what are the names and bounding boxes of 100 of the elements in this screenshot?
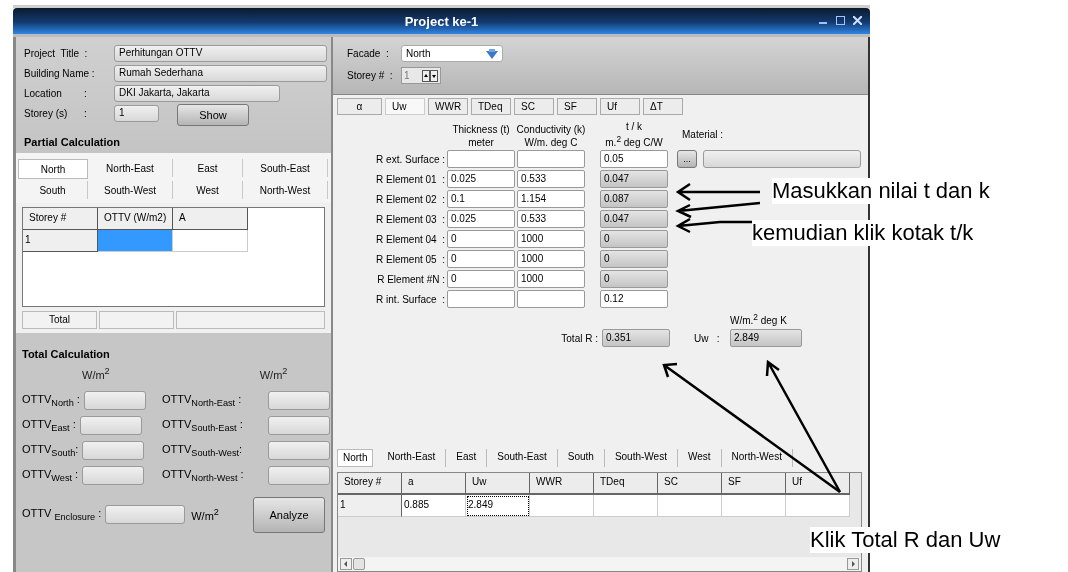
- parameter-tab[interactable]: TDeq: [471, 98, 511, 115]
- tk-field[interactable]: 0.12: [600, 290, 668, 308]
- conductivity-field[interactable]: [517, 150, 585, 168]
- column-header: SF: [722, 473, 786, 495]
- thickness-field[interactable]: [447, 290, 515, 308]
- field-label: Uw :: [694, 332, 721, 344]
- facade-tab[interactable]: East: [173, 159, 243, 177]
- conductivity-field[interactable]: 1000: [517, 230, 585, 248]
- facade-tab[interactable]: South-West: [88, 181, 173, 199]
- parameter-tab[interactable]: SC: [514, 98, 554, 115]
- conductivity-field[interactable]: 1000: [517, 270, 585, 288]
- total-r-button[interactable]: 0.351: [602, 329, 670, 347]
- parameter-tab[interactable]: Uf: [600, 98, 640, 115]
- parameter-tab[interactable]: SF: [557, 98, 597, 115]
- thickness-field[interactable]: 0: [447, 230, 515, 248]
- facade-tab[interactable]: South: [18, 181, 88, 199]
- column-header: Thickness (t): [452, 123, 510, 136]
- facade-tab[interactable]: South: [557, 449, 605, 467]
- ottv-label: OTTV$_{East}$ :: [22, 417, 76, 433]
- show-button[interactable]: Show: [177, 104, 249, 126]
- scroll-thumb[interactable]: [353, 558, 365, 570]
- browse-button[interactable]: ...: [677, 150, 697, 168]
- material-field[interactable]: [703, 150, 861, 168]
- spin-arrows-icon[interactable]: [422, 69, 438, 82]
- result-field: [268, 465, 330, 485]
- conductivity-field[interactable]: 0.533: [517, 210, 585, 228]
- table-cell: [658, 495, 722, 517]
- conductivity-field[interactable]: [517, 290, 585, 308]
- column-unit: W/m. deg C: [524, 136, 578, 149]
- analyze-button[interactable]: Analyze: [253, 496, 325, 533]
- facade-tab[interactable]: South-East: [487, 449, 558, 467]
- annotation-text: Klik Total R dan Uw: [810, 527, 1001, 553]
- text-field[interactable]: Rumah Sederhana: [114, 64, 327, 82]
- row-label: R Element 01 :: [375, 173, 445, 185]
- ottv-label: OTTV$_{North-East}$ :: [162, 392, 242, 408]
- close-icon[interactable]: [853, 16, 862, 25]
- unit-label: W/m.$^{2}$ deg K: [730, 311, 787, 327]
- column-unit: meter: [468, 136, 494, 149]
- field-label: Total R :: [560, 332, 598, 344]
- row-label: R Element 04 :: [375, 233, 445, 245]
- maximize-icon[interactable]: [836, 16, 845, 25]
- scroll-left-icon[interactable]: [340, 558, 352, 570]
- tk-button[interactable]: 0: [600, 270, 668, 288]
- column-header: A: [173, 208, 248, 230]
- parameter-tab[interactable]: Uw: [385, 98, 425, 115]
- facade-tab[interactable]: North-West: [721, 449, 793, 467]
- text-field[interactable]: 1: [114, 104, 159, 122]
- scroll-right-icon[interactable]: [847, 558, 859, 570]
- text-field[interactable]: Perhitungan OTTV: [114, 44, 327, 62]
- facade-tab[interactable]: North-West: [243, 181, 328, 199]
- facade-tab[interactable]: North-East: [88, 159, 173, 177]
- conductivity-field[interactable]: 1000: [517, 250, 585, 268]
- facade-tab[interactable]: West: [173, 181, 243, 199]
- result-field: [83, 390, 146, 410]
- result-field: [268, 415, 330, 435]
- facade-tab[interactable]: North-East: [377, 449, 447, 467]
- conductivity-field[interactable]: 1.154: [517, 190, 585, 208]
- parameter-tab[interactable]: α: [337, 98, 382, 115]
- column-header: OTTV (W/m2): [98, 208, 173, 230]
- conductivity-field[interactable]: 0.533: [517, 170, 585, 188]
- row-label: R Element 02 :: [375, 193, 445, 205]
- tk-button[interactable]: 0.047: [600, 170, 668, 188]
- table-cell[interactable]: [173, 230, 248, 252]
- tk-button[interactable]: 0: [600, 250, 668, 268]
- storey-spinner[interactable]: 1: [401, 67, 441, 84]
- facade-dropdown[interactable]: North: [401, 45, 503, 62]
- thickness-field[interactable]: [447, 150, 515, 168]
- table-cell[interactable]: [98, 230, 173, 252]
- row-label: R ext. Surface :: [375, 153, 445, 165]
- column-header: a: [402, 473, 466, 495]
- facade-tab[interactable]: West: [677, 449, 722, 467]
- facade-tab[interactable]: East: [446, 449, 488, 467]
- ottv-label: OTTV$_{South-East}$ :: [162, 417, 243, 433]
- column-header: Storey #: [338, 473, 402, 495]
- parameter-tab[interactable]: ΔT: [643, 98, 683, 115]
- thickness-field[interactable]: 0.025: [447, 170, 515, 188]
- horizontal-scrollbar[interactable]: [338, 557, 861, 571]
- total-cell: Total: [22, 311, 97, 329]
- facade-tab[interactable]: South-East: [243, 159, 328, 177]
- column-header: Storey #: [23, 208, 98, 230]
- thickness-field[interactable]: 0.025: [447, 210, 515, 228]
- tk-field[interactable]: 0.05: [600, 150, 668, 168]
- column-header: Uw: [466, 473, 530, 495]
- result-field: [82, 465, 145, 485]
- unit-label: W/m$^{2}$: [259, 366, 288, 381]
- text-field[interactable]: DKI Jakarta, Jakarta: [114, 84, 280, 102]
- thickness-field[interactable]: 0: [447, 270, 515, 288]
- parameter-tab[interactable]: WWR: [428, 98, 468, 115]
- thickness-field[interactable]: 0: [447, 250, 515, 268]
- thickness-field[interactable]: 0.1: [447, 190, 515, 208]
- ottv-label: OTTV$_{North}$ :: [22, 392, 80, 408]
- row-label: R Element 03 :: [375, 213, 445, 225]
- tk-button[interactable]: 0: [600, 230, 668, 248]
- facade-tab[interactable]: North: [18, 159, 88, 179]
- tk-button[interactable]: 0.047: [600, 210, 668, 228]
- facade-tab[interactable]: North: [337, 449, 374, 467]
- facade-tab[interactable]: South-West: [604, 449, 678, 467]
- uw-button[interactable]: 2.849: [730, 329, 802, 347]
- field-label: Location :: [24, 87, 88, 99]
- tk-button[interactable]: 0.087: [600, 190, 668, 208]
